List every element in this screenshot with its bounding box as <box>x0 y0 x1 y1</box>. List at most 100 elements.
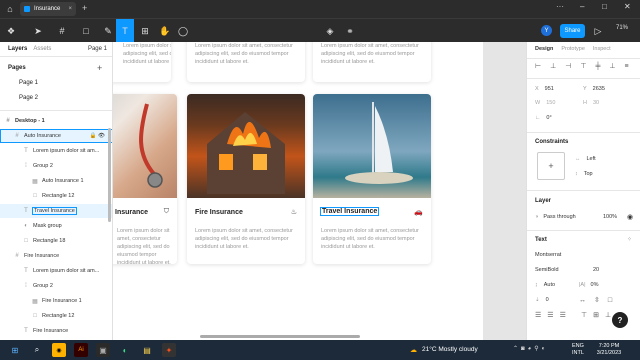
align-text-middle-icon[interactable]: ⊞ <box>593 311 599 319</box>
page-item-2[interactable]: Page 2 <box>19 95 38 101</box>
x-field[interactable]: 951 <box>545 86 554 92</box>
travel-insurance-card[interactable]: Travel Insurance 🚗 Lorem ipsum dolor sit… <box>313 94 431 264</box>
paragraph-spacing-field[interactable]: 0 <box>546 297 549 303</box>
layer-row[interactable]: □ Rectangle 12 <box>0 189 112 203</box>
vertical-constraint-select[interactable]: Top <box>584 171 593 177</box>
layer-row[interactable]: T Lorem ipsum dolor sit am... <box>0 144 112 158</box>
align-text-bottom-icon[interactable]: ⊥ <box>605 311 611 319</box>
frame-tool-icon[interactable]: # <box>54 23 70 39</box>
tab-prototype[interactable]: Prototype <box>561 46 585 52</box>
letter-spacing-field[interactable]: 0% <box>591 282 599 288</box>
move-tool-icon[interactable]: ➤ <box>30 23 46 39</box>
blend-mode-select[interactable]: Pass through <box>543 214 575 220</box>
close-window-icon[interactable]: ✕ <box>624 2 631 11</box>
layers-scrollbar[interactable] <box>108 128 111 222</box>
page-selector[interactable]: Page 1 <box>88 46 107 52</box>
card-top-1[interactable]: Lorem ipsum dolor sit amet, consectetur … <box>113 42 171 82</box>
align-middle-icon[interactable]: ╪ <box>595 63 600 70</box>
layer-row[interactable]: □ Rectangle 18 <box>0 234 112 248</box>
text-tool-icon[interactable]: T <box>116 19 134 43</box>
align-left-icon[interactable]: ⊢ <box>535 62 541 70</box>
align-bottom-icon[interactable]: ⊥ <box>609 62 615 70</box>
search-icon[interactable]: ⌕ <box>30 343 44 357</box>
windows-start-icon[interactable]: ⊞ <box>8 343 22 357</box>
canvas-scrollbar[interactable] <box>200 335 360 338</box>
layer-row[interactable]: T Lorem ipsum dolor sit am... <box>0 264 112 278</box>
page-item-1[interactable]: Page 1 <box>19 80 38 86</box>
layer-row[interactable]: ▦ Auto Insurance 1 <box>0 174 112 188</box>
w-field[interactable]: 150 <box>546 100 555 106</box>
desktop-frame[interactable]: Lorem ipsum dolor sit amet, consectetur … <box>113 42 483 340</box>
align-text-top-icon[interactable]: ⊤ <box>581 311 587 319</box>
tab-layers[interactable]: Layers <box>8 46 27 52</box>
lock-visibility-icons[interactable]: 🔒 👁 <box>90 133 105 139</box>
horizontal-constraint-select[interactable]: Left <box>587 156 596 162</box>
file-tab[interactable]: Insurance × <box>20 2 76 16</box>
card-top-3[interactable]: Lorem ipsum dolor sit amet, consectetur … <box>313 42 431 82</box>
shape-tool-icon[interactable]: □ <box>78 23 94 39</box>
font-weight-select[interactable]: SemiBold <box>535 267 559 273</box>
layer-row[interactable]: ⁞ Group 2 <box>0 159 112 173</box>
fire-insurance-card[interactable]: Fire Insurance ♨ Lorem ipsum dolor sit a… <box>187 94 305 264</box>
layer-row[interactable]: ▦ Fire Insurance 1 <box>0 294 112 308</box>
distribute-icon[interactable]: ≡ <box>625 63 629 70</box>
tab-assets[interactable]: Assets <box>33 46 51 52</box>
illustrator-icon[interactable]: Ai <box>74 343 88 357</box>
chrome-icon[interactable]: ◉ <box>52 343 66 357</box>
fixed-size-icon[interactable]: □ <box>608 297 612 304</box>
auto-height-icon[interactable]: ⇳ <box>594 296 600 304</box>
main-menu-icon[interactable]: ❖ <box>4 23 18 39</box>
component-icon[interactable]: ◈ <box>323 23 337 39</box>
text-styles-icon[interactable]: ⁘ <box>627 236 632 243</box>
constraints-widget[interactable]: + <box>537 152 565 180</box>
link-icon[interactable]: ⚭ <box>343 23 357 39</box>
home-icon[interactable]: ⌂ <box>4 3 16 15</box>
eye-icon[interactable]: ◉ <box>627 213 633 221</box>
help-button[interactable]: ? <box>612 312 628 328</box>
auto-width-icon[interactable]: ↔ <box>579 297 586 304</box>
opacity-field[interactable]: 100% <box>603 214 617 220</box>
text-align-left-icon[interactable]: ☰ <box>535 311 541 319</box>
layer-row[interactable]: # Fire Insurance <box>0 249 112 263</box>
clock[interactable]: 7:20 PM 3/21/2023 <box>590 343 628 357</box>
font-family-select[interactable]: Montserrat <box>535 252 561 258</box>
close-tab-icon[interactable]: × <box>68 6 72 12</box>
text-align-center-icon[interactable]: ☰ <box>547 311 553 319</box>
zoom-level[interactable]: 71% <box>616 25 628 31</box>
align-right-icon[interactable]: ⊣ <box>565 62 571 70</box>
h-field[interactable]: 30 <box>593 100 599 106</box>
text-align-right-icon[interactable]: ☰ <box>560 311 566 319</box>
line-height-field[interactable]: Auto <box>544 282 555 288</box>
layer-row[interactable]: □ Rectangle 12 <box>0 309 112 323</box>
minimize-icon[interactable]: – <box>580 2 584 11</box>
layer-row[interactable]: ⁞ Group 2 <box>0 279 112 293</box>
align-top-icon[interactable]: ⊤ <box>580 62 586 70</box>
align-center-icon[interactable]: ⊥ <box>550 62 556 70</box>
layer-row[interactable]: ◐ Mask group <box>0 219 112 233</box>
y-field[interactable]: 2635 <box>593 86 605 92</box>
insurance-card[interactable]: Insurance ⛉ Lorem ipsum dolor sit amet, … <box>113 94 177 264</box>
card-top-2[interactable]: Lorem ipsum dolor sit amet, consectetur … <box>187 42 305 82</box>
layer-row[interactable]: T Fire Insurance <box>0 324 112 338</box>
present-icon[interactable]: ▷ <box>592 23 604 39</box>
app-icon[interactable]: ▣ <box>96 343 110 357</box>
edge-icon[interactable]: ◐ <box>118 343 132 357</box>
font-size-field[interactable]: 20 <box>593 267 599 273</box>
weather-text[interactable]: 21°C Mostly cloudy <box>422 346 478 353</box>
share-button[interactable]: Share <box>560 24 585 38</box>
hand-tool-icon[interactable]: ✋ <box>158 23 172 39</box>
system-tray-icons[interactable]: ⌃◙◕⚲◐ <box>513 345 548 352</box>
new-tab-icon[interactable]: + <box>82 3 87 13</box>
tab-design[interactable]: Design <box>535 46 553 52</box>
layer-row[interactable]: # Desktop - 1 <box>0 114 112 128</box>
layer-row[interactable]: T Travel Insurance <box>0 204 112 218</box>
card-title[interactable]: Travel Insurance <box>319 207 380 216</box>
tab-inspect[interactable]: Inspect <box>593 46 611 52</box>
layer-row[interactable]: # Auto Insurance 🔒 👁 <box>0 129 112 143</box>
canvas[interactable]: Lorem ipsum dolor sit amet, consectetur … <box>113 42 526 340</box>
pen-tool-icon[interactable]: ✎ <box>100 23 116 39</box>
maximize-icon[interactable]: □ <box>602 2 607 11</box>
language-indicator[interactable]: ENG INTL <box>572 343 584 357</box>
figma-taskbar-icon[interactable]: ✦ <box>162 343 176 357</box>
add-page-icon[interactable]: + <box>97 63 102 73</box>
